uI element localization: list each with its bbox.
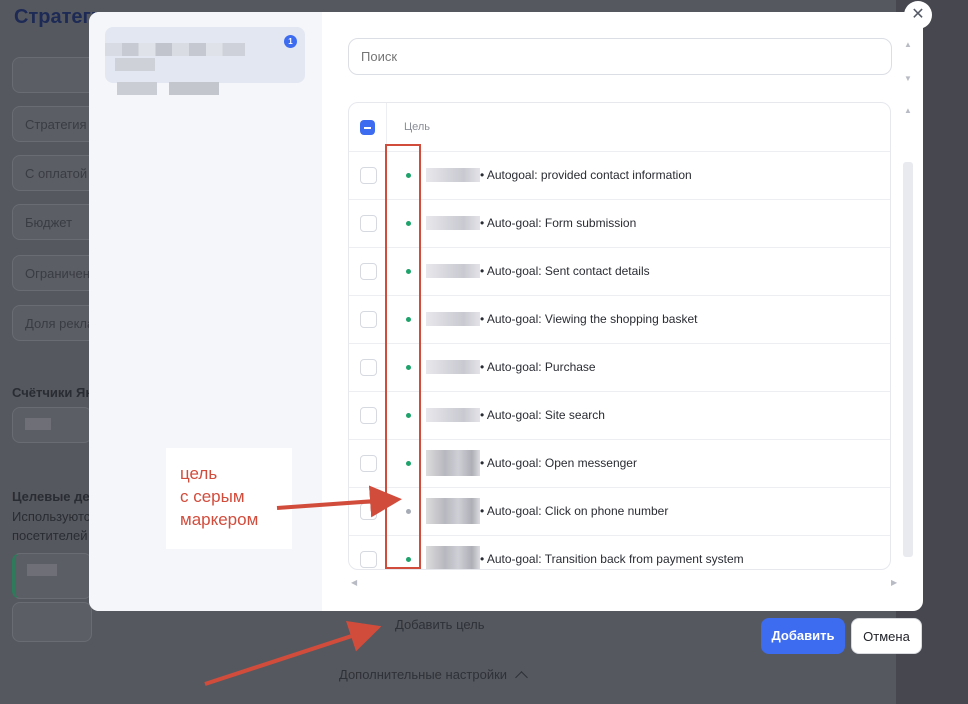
row-checkbox[interactable] <box>360 311 377 328</box>
counter-meta-pixelated-2 <box>169 82 219 95</box>
table-scrollbar[interactable] <box>903 162 913 557</box>
counter-meta-pixelated <box>117 82 157 95</box>
table-row[interactable]: • Auto-goal: Sent contact details <box>349 247 890 295</box>
add-goal-link[interactable]: Добавить цель <box>395 617 485 632</box>
goal-id-pixelated <box>426 498 480 524</box>
goal-label: • Auto-goal: Transition back from paymen… <box>480 552 744 566</box>
table-row[interactable]: • Auto-goal: Viewing the shopping basket <box>349 295 890 343</box>
counter-name-pixelated <box>105 43 245 56</box>
goal-id-pixelated <box>426 450 480 476</box>
search-input[interactable] <box>348 38 892 75</box>
row-checkbox[interactable] <box>360 167 377 184</box>
table-row[interactable]: • Auto-goal: Site search <box>349 391 890 439</box>
row-checkbox[interactable] <box>360 455 377 472</box>
goal-id-pixelated <box>426 216 480 230</box>
goal-id-pixelated <box>426 312 480 326</box>
row-checkbox[interactable] <box>360 215 377 232</box>
goal-chip-2 <box>12 602 92 642</box>
goal-label: • Auto-goal: Site search <box>480 408 605 422</box>
scroll-left-icon[interactable]: ◀ <box>351 578 357 587</box>
goal-id-pixelated <box>426 360 480 374</box>
table-row[interactable]: • Auto-goal: Purchase <box>349 343 890 391</box>
goal-label: • Auto-goal: Click on phone number <box>480 504 669 518</box>
counter-card[interactable]: 1 <box>105 27 305 83</box>
goals-desc-2: посетителей <box>12 528 88 543</box>
goal-label: • Auto-goal: Sent contact details <box>480 264 650 278</box>
row-checkbox[interactable] <box>360 551 377 568</box>
row-checkbox[interactable] <box>360 407 377 424</box>
annotation-highlight-box <box>385 144 421 569</box>
table-row[interactable]: • Auto-goal: Click on phone number <box>349 487 890 535</box>
goal-label: • Auto-goal: Open messenger <box>480 456 637 470</box>
scroll-up-icon[interactable]: ▲ <box>904 40 912 49</box>
cancel-button[interactable]: Отмена <box>851 618 922 654</box>
scroll-down-icon[interactable]: ▼ <box>904 74 912 83</box>
table-header: Цель <box>349 103 890 152</box>
close-icon[interactable]: ✕ <box>904 1 932 29</box>
annotation-line-3: маркером <box>180 510 259 529</box>
scroll-right-icon[interactable]: ▶ <box>891 578 897 587</box>
row-checkbox[interactable] <box>360 359 377 376</box>
table-row[interactable]: • Autogoal: provided contact information <box>349 151 890 199</box>
annotation-line-2: с серым <box>180 487 245 506</box>
annotation-line-1: цель <box>180 464 218 483</box>
annotation-note: цель с серым маркером <box>166 448 292 549</box>
add-button[interactable]: Добавить <box>761 618 845 654</box>
advanced-settings-link[interactable]: Дополнительные настройки <box>339 667 528 684</box>
annotation-text: цель с серым маркером <box>180 462 258 531</box>
advanced-settings-label: Дополнительные настройки <box>339 667 508 682</box>
goal-label: • Autogoal: provided contact information <box>480 168 692 182</box>
column-header-goal: Цель <box>404 121 431 133</box>
counter-id-pixelated <box>115 58 155 71</box>
goal-id-pixelated <box>426 546 480 569</box>
goal-id-pixelated <box>426 264 480 278</box>
goal-label: • Auto-goal: Viewing the shopping basket <box>480 312 698 326</box>
table-row[interactable]: • Auto-goal: Open messenger <box>349 439 890 487</box>
row-checkbox[interactable] <box>360 263 377 280</box>
goal-id-pixelated <box>426 408 480 422</box>
goals-table: Цель • Autogoal: provided contact inform… <box>348 102 891 570</box>
table-row[interactable]: • Auto-goal: Transition back from paymen… <box>349 535 890 569</box>
counter-badge: 1 <box>284 35 297 48</box>
goals-desc-1: Используются <box>12 509 98 524</box>
goal-label: • Auto-goal: Form submission <box>480 216 637 230</box>
table-scroll-up-icon[interactable]: ▲ <box>904 106 912 115</box>
table-row[interactable]: • Auto-goal: Form submission <box>349 199 890 247</box>
counter-chip <box>12 407 92 443</box>
goal-chip <box>12 553 92 599</box>
row-checkbox[interactable] <box>360 503 377 520</box>
goal-id-pixelated <box>426 168 480 182</box>
chevron-up-icon <box>515 671 528 684</box>
select-all-checkbox[interactable] <box>360 120 375 135</box>
goal-label: • Auto-goal: Purchase <box>480 360 596 374</box>
